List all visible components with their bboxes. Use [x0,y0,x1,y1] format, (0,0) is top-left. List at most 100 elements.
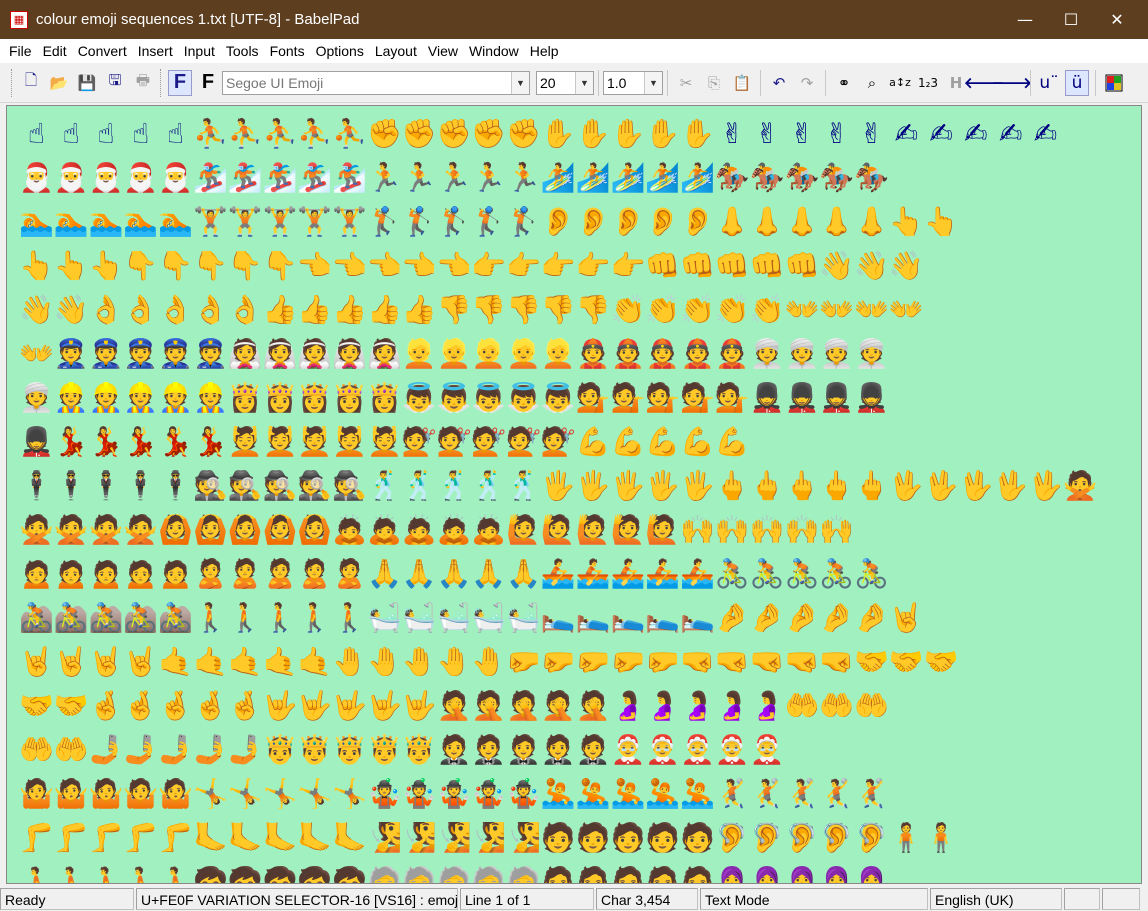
chevron-down-icon[interactable]: ▼ [644,71,662,94]
chevron-down-icon[interactable]: ▼ [575,71,593,94]
emoji-glyph: 🏃 [471,161,507,194]
find-binoculars-icon[interactable]: ⚭ [832,70,856,96]
toolbar-grip[interactable] [11,68,14,97]
emoji-glyph: 🦵 [123,821,159,854]
emoji-glyph: 👮 [192,337,228,370]
emoji-glyph: 💆 [366,425,402,458]
menu-input[interactable]: Input [179,40,220,62]
emoji-glyph: 👆 [88,249,124,282]
emoji-glyph: 🧕 [749,865,785,884]
emoji-glyph: 🧔 [540,865,576,884]
emoji-glyph: 👋 [854,249,889,282]
print-icon[interactable]: 🖶 [131,70,155,96]
babelpad-app-icon[interactable]: ▦ [10,10,28,29]
emoji-glyph: 🖐 [540,469,576,502]
emoji-glyph: 👮 [53,337,89,370]
emoji-glyph: 👎 [540,293,576,326]
font-size-combo[interactable]: 20 ▼ [536,70,594,95]
menu-tools[interactable]: Tools [221,40,264,62]
emoji-glyph: 👳 [819,337,855,370]
menu-convert[interactable]: Convert [73,40,132,62]
emoji-glyph: 🚶 [192,601,228,634]
menu-fonts[interactable]: Fonts [265,40,310,62]
emoji-glyph: ⛹ [227,117,263,150]
arrow-right-icon[interactable]: 🡒 [992,70,1032,96]
menu-layout[interactable]: Layout [370,40,422,62]
sort-az-icon[interactable]: a↕z [888,70,912,96]
emoji-glyph: 🛌 [645,601,681,634]
menu-options[interactable]: Options [311,40,369,62]
cut-icon[interactable]: ✂ [674,70,698,96]
line-spacing-combo[interactable]: 1.0 ▼ [603,70,663,95]
chevron-down-icon[interactable]: ▼ [511,71,529,94]
emoji-glyph: 🤚 [436,645,472,678]
emoji-glyph: 👆 [18,249,54,282]
emoji-glyph: 🏌 [366,205,402,238]
emoji-glyph: ✌ [824,117,849,150]
emoji-glyph: 🧎 [123,865,159,884]
emoji-glyph: 🤜 [819,645,855,678]
emoji-glyph: 🏋 [192,205,228,238]
emoji-glyph: 🤝 [53,689,89,722]
emoji-glyph: 🙇 [366,513,402,546]
toolbar-grip[interactable] [160,68,163,97]
text-editor-area[interactable]: ☝ ☝ ☝ ☝ ☝ ⛹ ⛹ ⛹ ⛹ ⛹ ✊ ✊ ✊ ✊ ✊ ✋ ✋ ✋ ✋ ✋ ✌ ✌ ✌ ✌ ✌ ✍ ✍ ✍ ✍ ✍ 🎅 🎅 🎅 🎅 🎅 🏂 🏂 🏂 🏂 🏂… [6,105,1142,884]
color-palette-icon[interactable] [1102,70,1126,96]
emoji-glyph: 🙅 [1062,469,1098,502]
menu-insert[interactable]: Insert [133,40,178,62]
units-button[interactable]: u¨ [1037,70,1061,96]
emoji-glyph: 👳 [854,337,889,370]
maximize-button[interactable]: ☐ [1048,0,1094,39]
umlaut-button[interactable]: ü [1065,69,1089,96]
emoji-glyph: 🤶 [680,733,715,766]
emoji-glyph: 💂 [784,381,820,414]
emoji-glyph: 🤴 [366,733,402,766]
emoji-glyph: 🧒 [192,865,228,884]
find-replace-icon[interactable]: ⌕ [860,70,884,96]
emoji-glyph: 🙌 [680,513,715,546]
emoji-glyph: 🦵 [88,821,124,854]
font-name-combo[interactable]: Segoe UI Emoji ▼ [222,70,530,95]
minimize-button[interactable]: — [1002,0,1048,39]
emoji-glyph: 👰 [227,337,263,370]
undo-icon[interactable]: ↶ [767,70,791,96]
save-all-icon[interactable]: 🖫 [103,70,127,96]
emoji-glyph: 🧑 [645,821,681,854]
paste-icon[interactable]: 📋 [730,70,754,96]
new-file-icon[interactable]: 🗋 [19,70,43,96]
emoji-glyph: 🙎 [332,557,368,590]
status-line: Line 1 of 1 [460,888,594,910]
emoji-glyph: 🕺 [506,469,541,502]
emoji-glyph: 🕴 [53,469,89,502]
emoji-glyph: 👮 [88,337,124,370]
emoji-glyph: 🦻 [819,821,855,854]
font-regular-button[interactable]: F [196,70,220,96]
emoji-glyph: 👱 [506,337,541,370]
number-icon[interactable]: 1₂3 [916,70,940,96]
menu-view[interactable]: View [423,40,463,62]
menu-window[interactable]: Window [464,40,524,62]
emoji-glyph: 🙌 [784,513,820,546]
emoji-glyph: 💇 [540,425,576,458]
emoji-glyph: 🏂 [297,161,333,194]
emoji-glyph: 💪 [610,425,646,458]
emoji-glyph: 🏇 [854,161,889,194]
emoji-glyph: 🧔 [610,865,646,884]
close-button[interactable]: ✕ [1094,0,1140,39]
font-bold-button[interactable]: F [168,69,192,96]
redo-icon[interactable]: ↷ [795,70,819,96]
menu-edit[interactable]: Edit [38,40,72,62]
emoji-glyph: 🚴 [854,557,889,590]
emoji-glyph: 👏 [680,293,715,326]
emoji-glyph: 🙏 [471,557,507,590]
copy-icon[interactable]: ⎘ [702,70,726,96]
save-icon[interactable]: 💾 [75,70,99,96]
open-folder-icon[interactable]: 📂 [47,70,71,96]
menu-help[interactable]: Help [525,40,564,62]
emoji-glyph: 🧎 [53,865,89,884]
emoji-glyph: 🚴 [784,557,820,590]
menu-file[interactable]: File [4,40,37,62]
emoji-glyph: 👰 [262,337,298,370]
emoji-glyph: 👎 [506,293,541,326]
emoji-glyph: 🤳 [158,733,194,766]
